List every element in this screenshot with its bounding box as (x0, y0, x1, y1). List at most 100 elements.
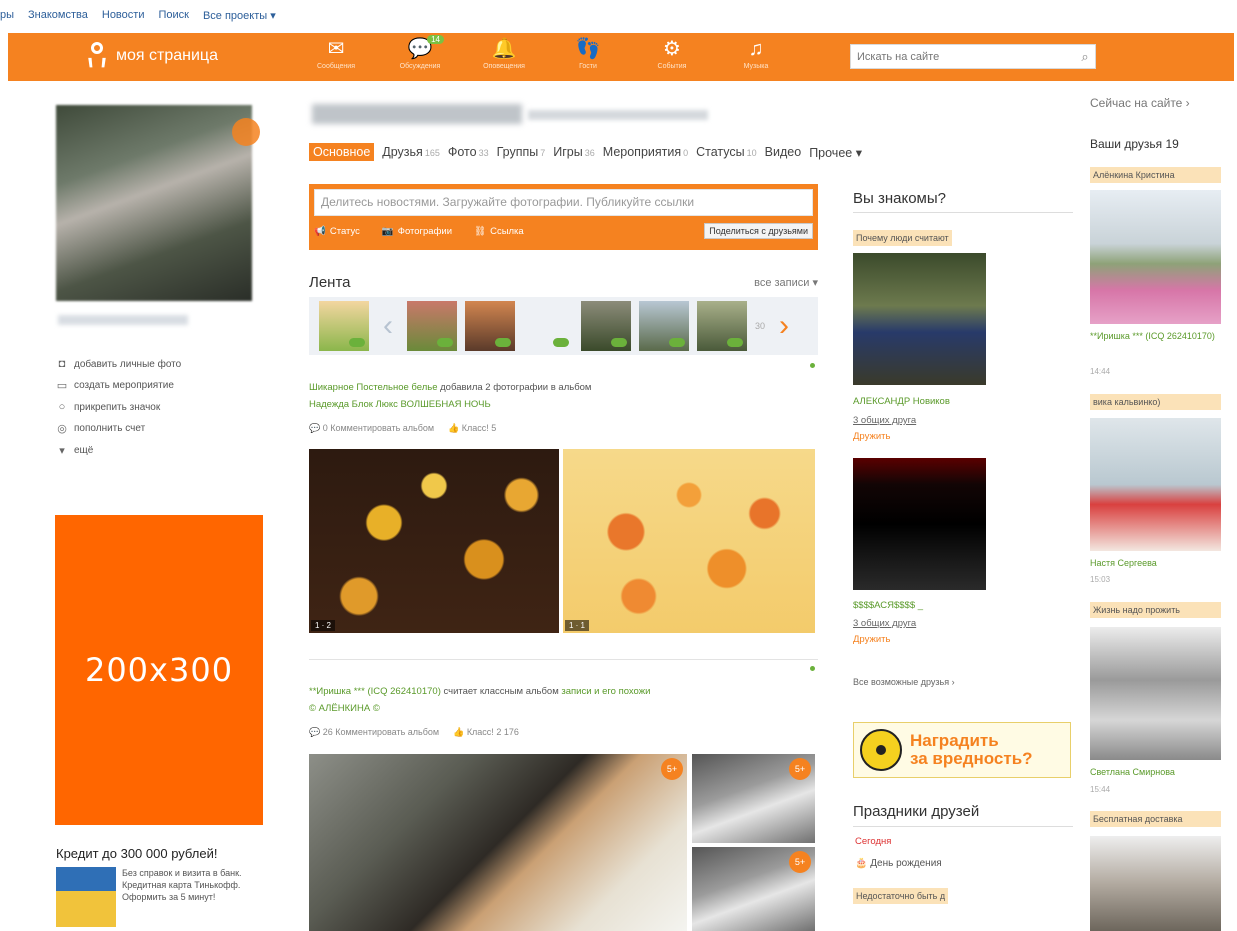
mutual-friends-link[interactable]: 3 общих друга (853, 415, 916, 426)
klass-link[interactable]: 👍 Класс! 5 (448, 423, 496, 434)
credit-ad-image[interactable] (56, 867, 116, 927)
award-banner[interactable]: Наградить за вредность? (853, 722, 1071, 778)
top-link-dating[interactable]: Знакомства (28, 9, 88, 21)
top-link[interactable]: ры (0, 9, 14, 21)
age-badge: 5+ (789, 758, 811, 780)
nav-notifications[interactable]: 🔔 Оповещения (476, 37, 532, 77)
online-now-link[interactable]: Сейчас на сайте › (1090, 96, 1190, 110)
online-friend-time: 15:44 (1090, 785, 1111, 794)
strip-thumb[interactable] (523, 301, 573, 351)
suggested-friend-photo[interactable] (853, 253, 986, 385)
post-album-link[interactable]: записи и его похожи (561, 686, 650, 697)
top-up-link[interactable]: ◎ пополнить счет (56, 422, 181, 435)
badge-icon: ○ (58, 401, 66, 413)
online-friend-photo[interactable] (1090, 627, 1221, 760)
nav-messages[interactable]: ✉ Сообщения (308, 37, 364, 77)
strip-thumb[interactable] (581, 301, 631, 351)
all-possible-friends-link[interactable]: Все возможные друзья › (853, 677, 955, 687)
tab-photos[interactable]: Фото 33 (448, 145, 489, 159)
guests-icon: 👣 (575, 38, 601, 60)
online-friend-photo[interactable] (1090, 190, 1221, 324)
nav-guests[interactable]: 👣 Гости (560, 37, 616, 77)
ad-size-label: 200x300 (84, 651, 234, 689)
birthday-link[interactable]: 🎂 День рождения (855, 858, 942, 869)
post-extra-link[interactable]: © АЛЁНКИНА © (309, 700, 818, 717)
add-photo-link[interactable]: ◘ добавить личные фото (56, 358, 182, 370)
feed-all-dropdown[interactable]: все записи ▾ (754, 276, 818, 289)
tab-friends[interactable]: Друзья 165 (382, 145, 440, 159)
friend-tag[interactable]: Жизнь надо прожить (1090, 602, 1221, 618)
your-friends-title[interactable]: Ваши друзья 19 (1090, 137, 1179, 151)
tab-events[interactable]: Мероприятия 0 (603, 145, 688, 159)
post-author-link[interactable]: Шикарное Постельное белье (309, 382, 438, 393)
add-friend-link[interactable]: Дружить (853, 634, 890, 645)
suggested-friend-photo[interactable] (853, 458, 986, 590)
online-friend-photo[interactable] (1090, 836, 1221, 931)
online-friend-photo[interactable] (1090, 418, 1221, 551)
strip-thumb[interactable] (639, 301, 689, 351)
music-icon: ♫ (748, 38, 764, 60)
nav-discussions[interactable]: 💬 14 Обсуждения (392, 35, 448, 77)
share-input[interactable]: Делитесь новостями. Загружайте фотографи… (314, 189, 813, 216)
suggested-friend-name[interactable]: АЛЕКСАНДР Новиков (853, 396, 950, 407)
logo-my-page[interactable]: моя страница (86, 41, 218, 71)
chevron-right-icon[interactable]: › (773, 309, 795, 343)
why-link[interactable]: Почему люди считают (853, 230, 952, 246)
top-link-search[interactable]: Поиск (158, 9, 188, 21)
strip-thumb[interactable] (319, 301, 369, 351)
share-actions: 📢 Статус 📷 Фотографии ⛓ Ссылка Поделиться с… (314, 223, 813, 239)
friend-tag[interactable]: вика кальвинко) (1090, 394, 1221, 410)
tab-groups[interactable]: Группы 7 (497, 145, 546, 159)
top-link-news[interactable]: Новости (102, 9, 145, 21)
post-album-link[interactable]: Надежда Блок Люкс ВОЛШЕБНАЯ НОЧЬ (309, 396, 818, 413)
search-icon[interactable]: ⌕ (1075, 49, 1095, 65)
klass-link[interactable]: 👍 Класс! 2 176 (453, 727, 519, 738)
share-with-friends-button[interactable]: Поделиться с друзьями (704, 223, 813, 239)
search-input[interactable] (851, 45, 1075, 68)
post-photo[interactable]: 1 · 2 (309, 449, 559, 633)
chevron-left-icon[interactable]: ‹ (377, 309, 399, 343)
online-friend-name[interactable]: Светлана Смирнова (1090, 767, 1175, 777)
tab-games[interactable]: Игры 36 (553, 145, 595, 159)
calendar-icon: ▭ (56, 380, 68, 392)
tab-statuses[interactable]: Статусы 10 (696, 145, 757, 159)
comment-link[interactable]: 💬 0 Комментировать альбом (309, 423, 434, 434)
add-friend-link[interactable]: Дружить (853, 431, 890, 442)
create-event-link[interactable]: ▭ создать мероприятие (56, 379, 181, 392)
attach-badge-link[interactable]: ○ прикрепить значок (56, 401, 181, 413)
top-links-bar: ры Знакомства Новости Поиск Все проекты … (0, 0, 1237, 30)
credit-ad-title[interactable]: Кредит до 300 000 рублей! (56, 846, 217, 861)
strip-thumb[interactable] (697, 301, 747, 351)
post-photo[interactable]: 5+ (692, 754, 815, 843)
nav-events[interactable]: ⚙ События (644, 37, 700, 77)
top-link-all-projects[interactable]: Все проекты ▾ (203, 9, 276, 22)
share-status-button[interactable]: 📢 Статус (314, 226, 360, 237)
more-link[interactable]: ▾ ещё (56, 444, 181, 457)
ad-banner[interactable]: 200x300 (55, 515, 263, 825)
profile-avatar[interactable] (56, 105, 252, 301)
post-photo[interactable]: 5+ (692, 847, 815, 931)
site-header: моя страница ✉ Сообщения 💬 14 Обсуждения… (8, 33, 1234, 81)
strip-more-count: 30 (755, 321, 766, 331)
online-friend-name[interactable]: Настя Сергеева (1090, 558, 1157, 568)
tab-other[interactable]: Прочее ▾ (809, 145, 862, 160)
share-link-button[interactable]: ⛓ Ссылка (474, 226, 524, 237)
comment-link[interactable]: 💬 26 Комментировать альбом (309, 727, 439, 738)
strip-thumb[interactable] (465, 301, 515, 351)
mutual-friends-link[interactable]: 3 общих друга (853, 618, 916, 629)
strip-thumb[interactable] (407, 301, 457, 351)
post-author-link[interactable]: **Иришка *** (ICQ 262410170) (309, 686, 441, 697)
suggested-friend-name[interactable]: $$$$АСЯ$$$$ _ (853, 600, 923, 611)
not-enough-link[interactable]: Недостаточно быть д (853, 888, 949, 904)
nav-music[interactable]: ♫ Музыка (728, 37, 784, 77)
friend-tag[interactable]: Бесплатная доставка (1090, 811, 1221, 827)
post-photo[interactable]: 1 · 1 (563, 449, 815, 633)
post-photo[interactable]: 5+ (309, 754, 687, 931)
tab-video[interactable]: Видео (765, 145, 802, 159)
divider (853, 826, 1073, 827)
tab-main[interactable]: Основное (309, 143, 375, 161)
online-friend-name[interactable]: **Иришка *** (ICQ 262410170) (1090, 331, 1221, 341)
site-search: ⌕ (850, 44, 1096, 69)
share-photo-button[interactable]: 📷 Фотографии (382, 226, 452, 237)
friend-tag[interactable]: Алёнкина Кристина (1090, 167, 1221, 183)
